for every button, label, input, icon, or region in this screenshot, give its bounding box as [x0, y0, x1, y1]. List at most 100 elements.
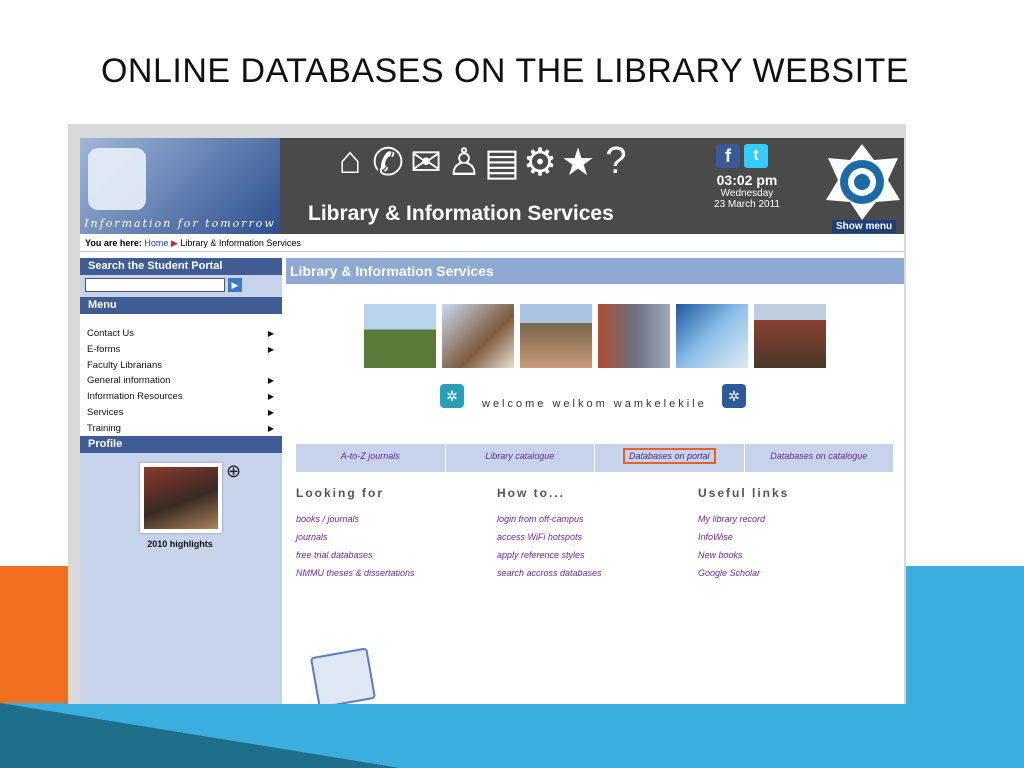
- how-to-column: How to... login from off-campus access W…: [497, 486, 697, 586]
- column-heading: How to...: [497, 486, 565, 500]
- phone-icon[interactable]: ✆: [370, 140, 406, 198]
- open-book-icon: [309, 647, 377, 704]
- slide-dark-triangle: [0, 703, 400, 768]
- university-emblem-icon: [826, 144, 900, 220]
- printer-icon[interactable]: ▤: [484, 140, 520, 198]
- reader-illustration: [88, 148, 146, 210]
- chevron-right-icon: ▶: [267, 376, 274, 386]
- link-nmmu-theses[interactable]: NMMU theses & dissertations: [296, 568, 496, 578]
- sidebar-item-label: General information: [87, 375, 171, 387]
- campus-photo: [364, 304, 436, 368]
- campus-photo: [676, 304, 748, 368]
- logo-tagline: Information for tomorrow: [84, 217, 276, 230]
- breadcrumb-separator-icon: ▶: [170, 238, 178, 248]
- useful-links-column: Useful links My library record InfoWise …: [698, 486, 898, 586]
- tab-label: Databases on catalogue: [770, 451, 868, 461]
- emblem-icon: ✲: [722, 384, 746, 408]
- sidebar-item-e-forms[interactable]: E-forms ▶: [80, 342, 282, 358]
- profile-panel: ⊕ 2010 highlights: [80, 453, 282, 683]
- help-icon[interactable]: ?: [598, 140, 634, 198]
- link-my-library-record[interactable]: My library record: [698, 514, 898, 524]
- page-title: Library & Information Services: [286, 258, 904, 284]
- sidebar-item-contact-us[interactable]: Contact Us ▶: [80, 326, 282, 342]
- clock-date: 23 March 2011: [714, 199, 780, 210]
- search-go-button[interactable]: ▶: [228, 278, 242, 292]
- sidebar-item-information-resources[interactable]: Information Resources ▶: [80, 389, 282, 405]
- link-journals[interactable]: journals: [296, 532, 496, 542]
- welcome-text: welcome welkom wamkelekile: [482, 398, 707, 410]
- campus-photo: [520, 304, 592, 368]
- sidebar-menu: Contact Us ▶ E-forms ▶ Faculty Librarian…: [80, 314, 282, 436]
- chevron-right-icon: ▶: [267, 407, 274, 417]
- facebook-icon[interactable]: f: [716, 144, 740, 168]
- link-infowise[interactable]: InfoWise: [698, 532, 898, 542]
- link-new-books[interactable]: New books: [698, 550, 898, 560]
- tab-library-catalogue[interactable]: Library catalogue: [446, 444, 595, 472]
- chevron-right-icon: ▶: [267, 392, 274, 402]
- campus-photo-strip: [364, 304, 826, 368]
- star-icon[interactable]: ★: [560, 140, 596, 198]
- settings-icon[interactable]: ⚙: [522, 140, 558, 198]
- database-tabs: A-to-Z journals Library catalogue Databa…: [296, 444, 894, 472]
- campus-photo: [754, 304, 826, 368]
- tab-label: A-to-Z journals: [340, 451, 400, 461]
- tab-label: Library catalogue: [485, 451, 555, 461]
- site-banner: Information for tomorrow ⌂ ✆ ✉ ♙ ▤ ⚙ ★ ?…: [80, 138, 904, 234]
- sidebar-item-label: Faculty Librarians: [87, 359, 162, 371]
- chevron-right-icon: ▶: [267, 344, 274, 354]
- tab-databases-on-catalogue[interactable]: Databases on catalogue: [745, 444, 894, 472]
- sidebar-item-label: Services: [87, 406, 124, 418]
- profile-photo[interactable]: [140, 463, 222, 533]
- campus-photo: [442, 304, 514, 368]
- sidebar-item-label: Contact Us: [87, 328, 134, 339]
- profile-heading: Profile: [80, 436, 282, 453]
- home-icon[interactable]: ⌂: [332, 140, 368, 198]
- sidebar-item-services[interactable]: Services ▶: [80, 405, 282, 421]
- mail-icon[interactable]: ✉: [408, 140, 444, 198]
- website-screenshot: Information for tomorrow ⌂ ✆ ✉ ♙ ▤ ⚙ ★ ?…: [68, 124, 906, 704]
- chevron-right-icon: ▶: [267, 329, 274, 338]
- search-row: ▶: [80, 275, 282, 297]
- banner-title: Library & Information Services: [308, 202, 614, 225]
- clock-time: 03:02 pm: [716, 172, 778, 188]
- column-heading: Useful links: [698, 486, 790, 500]
- clock-day: Wednesday: [720, 188, 774, 199]
- person-icon[interactable]: ♙: [446, 140, 482, 198]
- link-login-off-campus[interactable]: login from off-campus: [497, 514, 697, 524]
- social-links: f t: [716, 144, 768, 168]
- link-reference-styles[interactable]: apply reference styles: [497, 550, 697, 560]
- campus-photo: [598, 304, 670, 368]
- emblem-icon: ✲: [440, 384, 464, 408]
- link-search-databases[interactable]: search accross databases: [497, 568, 697, 578]
- link-books-journals[interactable]: books / journals: [296, 514, 496, 524]
- tab-databases-on-portal[interactable]: Databases on portal: [595, 444, 745, 472]
- column-heading: Looking for: [296, 486, 384, 500]
- sidebar-item-label: Training: [87, 422, 121, 434]
- sidebar-item-training[interactable]: Training ▶: [80, 421, 282, 437]
- menu-heading: Menu: [80, 297, 282, 314]
- link-free-trial-databases[interactable]: free trial databases: [296, 550, 496, 560]
- main-content: Library & Information Services ✲ welcome…: [286, 258, 904, 704]
- site-logo[interactable]: Information for tomorrow: [80, 138, 280, 234]
- quick-icons: ⌂ ✆ ✉ ♙ ▤ ⚙ ★ ?: [332, 140, 652, 198]
- sidebar-item-faculty-librarians[interactable]: Faculty Librarians: [80, 358, 282, 374]
- sidebar: Search the Student Portal ▶ Menu Contact…: [80, 258, 282, 704]
- link-google-scholar[interactable]: Google Scholar: [698, 568, 898, 578]
- show-menu-button[interactable]: Show menu: [832, 220, 897, 233]
- sidebar-item-general-information[interactable]: General information ▶: [80, 373, 282, 389]
- looking-for-column: Looking for books / journals journals fr…: [296, 486, 496, 586]
- sidebar-item-label: Information Resources: [87, 391, 183, 403]
- breadcrumb: You are here: Home ▶ Library & Informati…: [80, 234, 904, 252]
- clock: 03:02 pm Wednesday 23 March 2011: [692, 172, 802, 210]
- twitter-icon[interactable]: t: [744, 144, 768, 168]
- chevron-right-icon: ▶: [267, 423, 274, 433]
- search-portal-heading: Search the Student Portal: [80, 258, 282, 275]
- tab-a-to-z-journals[interactable]: A-to-Z journals: [296, 444, 446, 472]
- sidebar-item-label: E-forms: [87, 343, 121, 355]
- link-wifi-hotspots[interactable]: access WiFi hotspots: [497, 532, 697, 542]
- portal-search-input[interactable]: [85, 278, 225, 292]
- breadcrumb-home-link[interactable]: Home: [144, 238, 168, 248]
- breadcrumb-current: Library & Information Services: [180, 238, 301, 248]
- slide-title: ONLINE DATABASES ON THE LIBRARY WEBSITE: [100, 52, 909, 90]
- magnifier-zoom-icon[interactable]: ⊕: [226, 461, 241, 482]
